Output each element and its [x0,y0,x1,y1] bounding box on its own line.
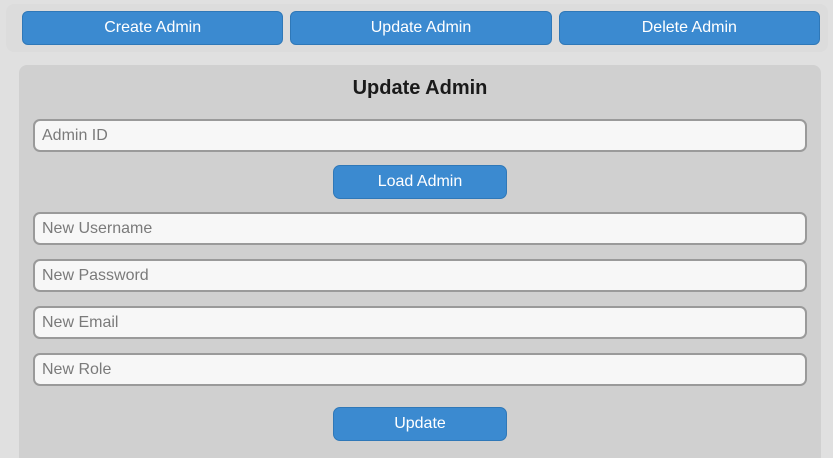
panel-title: Update Admin [352,77,488,99]
update-button[interactable]: Update [333,407,507,441]
load-admin-button[interactable]: Load Admin [333,165,507,199]
page: Create Admin Update Admin Delete Admin U… [0,0,833,458]
delete-admin-tab[interactable]: Delete Admin [558,11,820,45]
new-username-input[interactable] [33,212,807,245]
admin-tabs: Create Admin Update Admin Delete Admin [22,11,820,45]
update-admin-panel: Update Admin Load Admin Update [19,65,821,458]
new-password-input[interactable] [33,259,807,292]
new-role-input[interactable] [33,353,807,386]
create-admin-tab[interactable]: Create Admin [22,11,284,45]
new-email-input[interactable] [33,306,807,339]
admin-id-input[interactable] [33,119,807,152]
update-admin-tab[interactable]: Update Admin [290,11,552,45]
